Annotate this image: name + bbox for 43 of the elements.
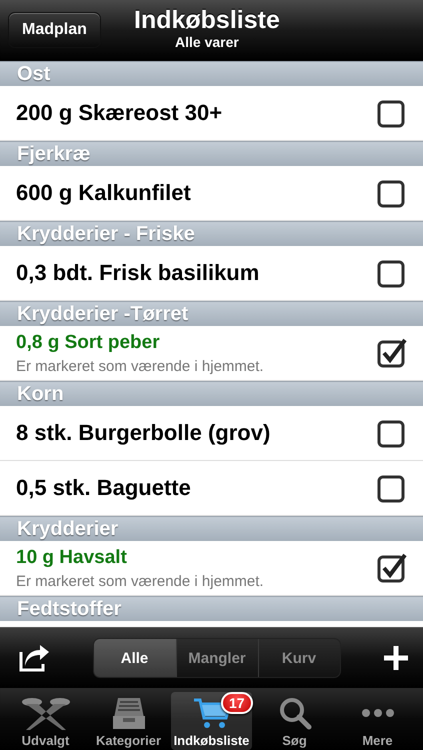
item-name: 200 g Skæreost 30+ — [16, 100, 224, 126]
section-title: Fjerkræ — [17, 142, 90, 166]
spotlight-icon — [20, 696, 72, 730]
tab-bar-item[interactable]: Mere — [337, 692, 418, 750]
add-button[interactable] — [383, 645, 409, 671]
section-title: Ost — [17, 62, 50, 86]
item-name: 0,8 g Sort peber — [16, 332, 161, 354]
tab-bar-item[interactable]: Indkøbsliste 17 — [171, 692, 252, 750]
count-badge: 17 — [221, 692, 253, 714]
checkbox[interactable] — [377, 258, 407, 288]
tab-bar-item[interactable]: Udvalgt — [5, 692, 86, 750]
drawer-icon — [112, 696, 146, 730]
filter-segment[interactable]: Alle — [94, 639, 176, 677]
tab-bar-item[interactable]: Søg — [254, 692, 335, 750]
screen-subtitle: Alle varer — [175, 34, 239, 50]
item-note: Er markeret som værende i hjemmet. — [16, 358, 265, 374]
section-title: Krydderier — [17, 518, 118, 540]
item-name: 0,5 stk. Baguette — [16, 475, 192, 501]
more-icon — [360, 709, 394, 717]
back-button[interactable]: Madplan — [8, 12, 101, 48]
item-name: 8 stk. Burgerbolle (grov) — [16, 420, 272, 446]
item-name: 0,3 bdt. Frisk basilikum — [16, 260, 260, 286]
tab-bar-item[interactable]: Kategorier — [88, 692, 169, 750]
plus-icon — [383, 645, 409, 671]
share-icon — [18, 644, 50, 672]
item-note: Er markeret som værende i hjemmet. — [16, 572, 265, 590]
checkbox[interactable] — [377, 418, 407, 448]
share-button[interactable] — [18, 644, 50, 672]
screen-title: Indkøbsliste — [134, 6, 280, 34]
checkbox[interactable] — [377, 178, 407, 208]
checkbox[interactable] — [377, 98, 407, 128]
filter-segment[interactable]: Mangler — [176, 639, 258, 677]
section-title: Krydderier -Tørret — [17, 302, 188, 326]
section-title: Korn — [17, 382, 64, 406]
checkbox[interactable] — [377, 553, 407, 583]
checkbox[interactable] — [377, 473, 407, 503]
filter-segment[interactable]: Kurv — [258, 639, 340, 677]
item-name: 600 g Kalkunfilet — [16, 180, 192, 206]
section-title: Fedtstoffer — [17, 598, 122, 620]
item-name: 10 g Havsalt — [16, 546, 128, 568]
search-icon — [278, 696, 312, 730]
checkbox[interactable] — [377, 338, 407, 368]
section-title: Krydderier - Friske — [17, 222, 195, 246]
